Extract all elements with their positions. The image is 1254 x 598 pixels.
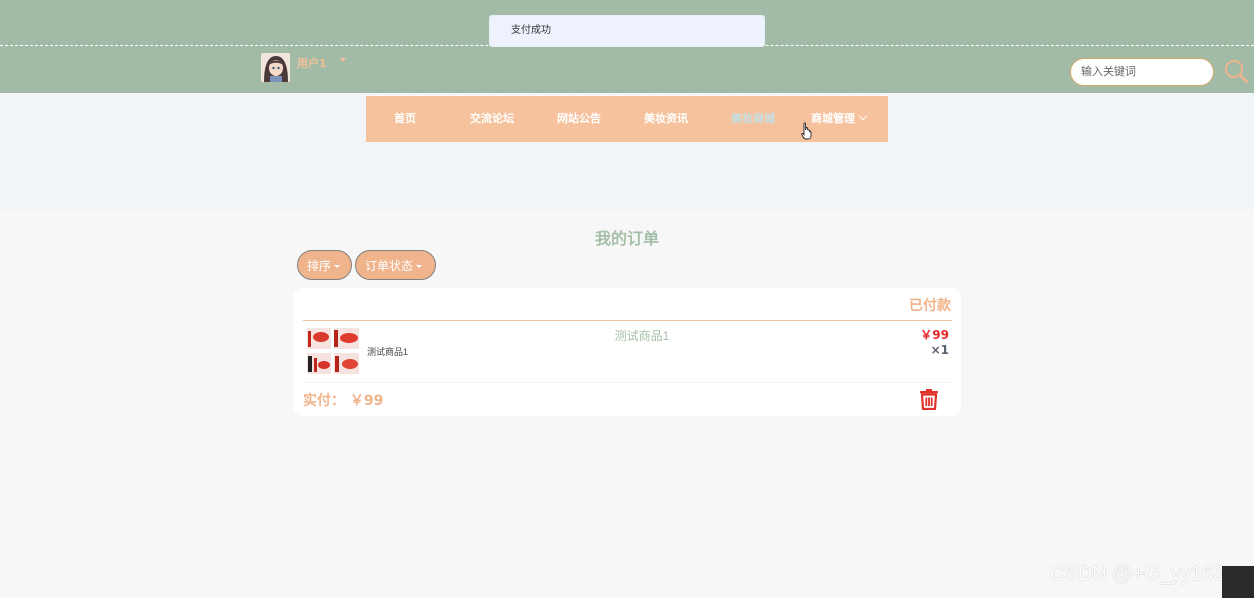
order-status-badge: 已付款	[909, 298, 951, 314]
card-divider	[303, 320, 952, 321]
page-title: 我的订单	[594, 229, 659, 248]
sort-dropdown-label: 排序	[307, 258, 332, 273]
delete-order-button[interactable]	[919, 388, 939, 411]
paid-total: 实付： ￥99	[303, 390, 383, 410]
nav-item-mall-management-label: 商城管理	[811, 112, 855, 125]
product-name-link[interactable]: 测试商品1	[293, 327, 991, 344]
sort-dropdown[interactable]: 排序	[297, 250, 352, 280]
user-name[interactable]: 用户1	[297, 55, 327, 71]
search-input[interactable]	[1070, 58, 1214, 86]
product-price: ￥99	[920, 328, 949, 342]
paid-label: 实付：	[303, 393, 345, 409]
nav-dashed-border	[366, 95, 888, 96]
hand-cursor-icon	[801, 122, 812, 140]
nav-item-beauty-mall[interactable]: 美妆商城	[731, 96, 775, 142]
caret-down-icon	[334, 264, 341, 268]
trash-icon	[920, 389, 938, 411]
nav-item-home[interactable]: 首页	[394, 96, 416, 142]
paid-amount: ￥99	[349, 393, 384, 409]
search-icon	[1225, 60, 1249, 84]
chevron-down-icon	[858, 111, 868, 121]
avatar-image	[261, 53, 290, 82]
search-button[interactable]	[1223, 58, 1251, 86]
chevron-down-icon[interactable]	[340, 58, 346, 62]
caret-down-icon	[416, 264, 423, 268]
watermark: CSDN @+G_yy163	[1050, 563, 1225, 585]
product-quantity: ×1	[930, 343, 949, 357]
order-status-dropdown[interactable]: 订单状态	[355, 250, 436, 280]
corner-widget	[1222, 566, 1254, 598]
order-status-dropdown-label: 订单状态	[365, 258, 414, 273]
order-card: 已付款 测试商品1 测试商品1 ￥99 ×1 实付： ￥99	[293, 288, 961, 416]
nav-item-mall-management[interactable]: 商城管理	[811, 96, 868, 142]
nav-item-announcements[interactable]: 网站公告	[557, 96, 601, 142]
product-description: 测试商品1	[367, 347, 409, 357]
user-avatar[interactable]	[261, 53, 290, 82]
card-divider	[303, 382, 952, 383]
nav-item-beauty-news[interactable]: 美妆资讯	[644, 96, 688, 142]
nav-item-forum[interactable]: 交流论坛	[470, 96, 514, 142]
toast-message: 支付成功	[489, 15, 765, 47]
